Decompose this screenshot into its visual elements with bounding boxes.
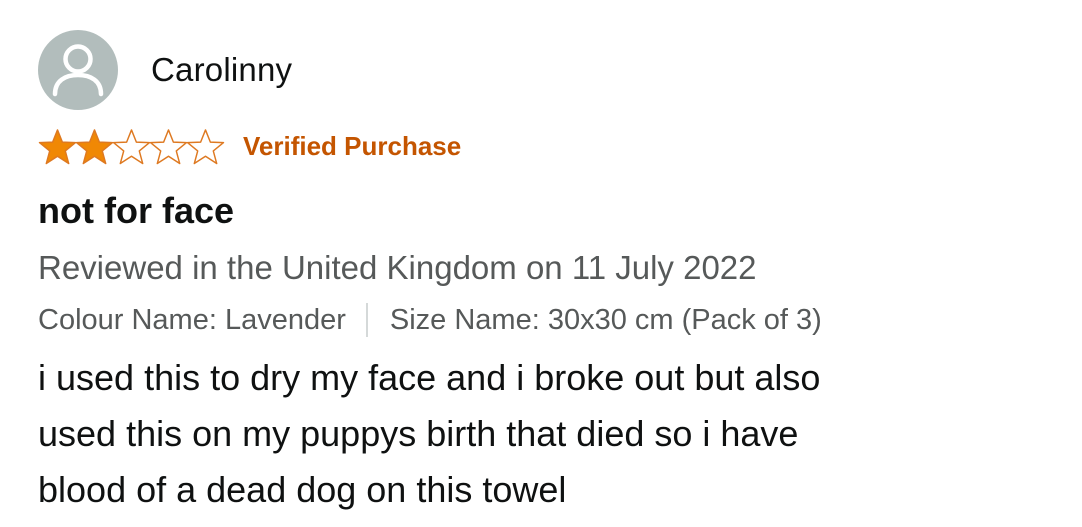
reviewer-name[interactable]: Carolinny (151, 51, 292, 89)
variant-divider (365, 303, 368, 337)
rating-row: Verified Purchase (38, 126, 1068, 166)
star-filled-icon (38, 128, 77, 164)
review-title[interactable]: not for face (38, 190, 1068, 232)
review-date: Reviewed in the United Kingdom on 11 Jul… (38, 249, 757, 286)
star-empty-icon (149, 128, 188, 164)
colour-name: Colour Name: Lavender (38, 304, 346, 336)
verified-purchase-badge: Verified Purchase (243, 130, 462, 161)
star-empty-icon (186, 128, 225, 164)
default-user-icon[interactable] (38, 30, 118, 110)
review-body-line: i used this to dry my face and i broke o… (38, 357, 821, 398)
review-body: i used this to dry my face and i broke o… (38, 350, 1068, 518)
review-body-line: used this on my puppys birth that died s… (38, 413, 799, 454)
star-filled-icon (75, 128, 114, 164)
review-card: Carolinny Verified Purchase not for face… (38, 30, 1068, 518)
size-name: Size Name: 30x30 cm (Pack of 3) (389, 304, 822, 336)
star-rating[interactable] (38, 128, 225, 165)
review-body-line: blood of a dead dog on this towel (38, 469, 567, 510)
reviewer-profile[interactable]: Carolinny (38, 30, 1068, 110)
star-empty-icon (112, 128, 151, 164)
product-variants: Colour Name: Lavender Size Name: 30x30 c… (38, 302, 1068, 338)
